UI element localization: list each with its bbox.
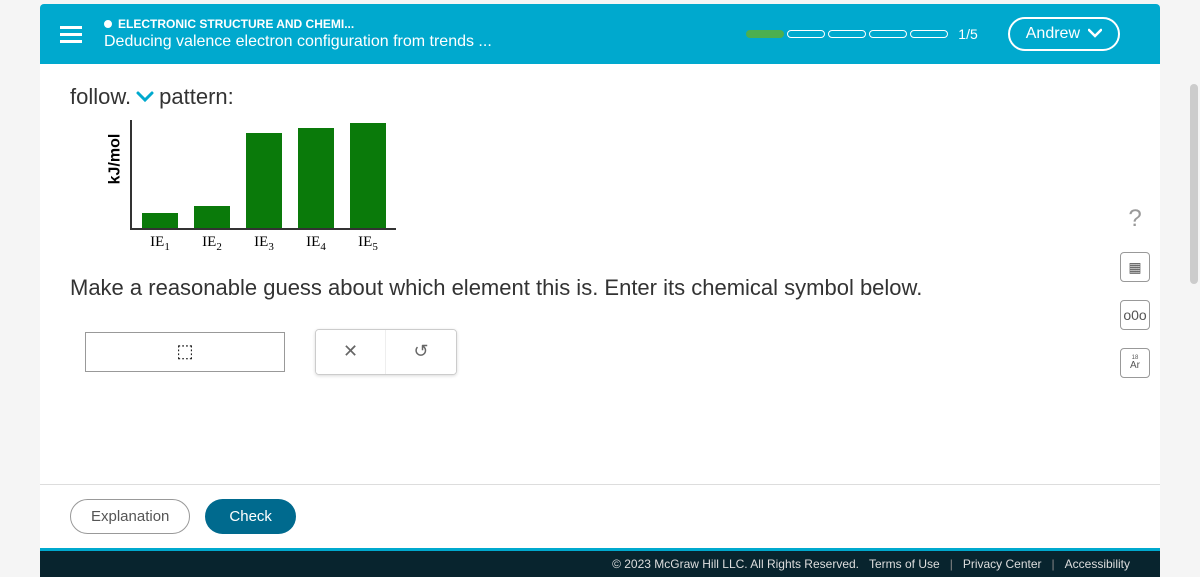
user-name: Andrew	[1026, 25, 1080, 43]
accessibility-link[interactable]: Accessibility	[1065, 557, 1130, 571]
bar-label: IE4	[298, 234, 334, 253]
bars-container	[130, 120, 396, 230]
progress-seg	[910, 30, 948, 38]
separator: |	[950, 557, 953, 571]
separator: |	[1052, 557, 1055, 571]
intro-right: pattern:	[159, 84, 234, 110]
bar-ie2	[194, 206, 230, 228]
header-subtitle: Deducing valence electron configuration …	[104, 33, 746, 51]
bar-label: IE2	[194, 234, 230, 253]
bar-ie3	[246, 133, 282, 228]
progress-seg	[746, 30, 784, 38]
progress-text: 1/5	[958, 26, 977, 42]
progress-area: 1/5	[746, 26, 977, 42]
periodic-table-button[interactable]: 18Ar	[1120, 348, 1150, 378]
answer-input[interactable]	[85, 332, 285, 372]
undo-button[interactable]: ↺	[386, 330, 456, 374]
intro-left: follow.	[70, 84, 131, 110]
bar-label: IE5	[350, 234, 386, 253]
ionization-chart: kJ/mol	[130, 120, 1130, 230]
side-tools: ? ▦ o0o 18Ar	[1120, 204, 1150, 378]
content-area: follow. pattern: kJ/mol IE1 IE2 IE3 IE4 …	[40, 64, 1160, 484]
calculator-button[interactable]: ▦	[1120, 252, 1150, 282]
progress-seg	[828, 30, 866, 38]
progress-seg	[787, 30, 825, 38]
tool-buttons: ✕ ↺	[315, 329, 457, 375]
y-axis-label: kJ/mol	[106, 134, 124, 185]
bar-label: IE3	[246, 234, 282, 253]
expand-icon[interactable]	[135, 86, 155, 109]
bar-ie4	[298, 128, 334, 228]
privacy-link[interactable]: Privacy Center	[963, 557, 1042, 571]
question-text: Make a reasonable guess about which elem…	[70, 273, 1130, 304]
input-row: ✕ ↺	[85, 329, 1130, 375]
bottom-bar: Explanation Check	[40, 484, 1160, 548]
bar-ie5	[350, 123, 386, 228]
bar-labels: IE1 IE2 IE3 IE4 IE5	[142, 234, 1130, 253]
terms-link[interactable]: Terms of Use	[869, 557, 940, 571]
progress-bar	[746, 30, 948, 38]
header-category: ELECTRONIC STRUCTURE AND CHEMI...	[104, 17, 746, 31]
chevron-down-icon	[1088, 25, 1102, 43]
dot-icon	[104, 20, 112, 28]
clear-button[interactable]: ✕	[316, 330, 386, 374]
check-button[interactable]: Check	[205, 499, 296, 534]
bar-label: IE1	[142, 234, 178, 253]
explanation-button[interactable]: Explanation	[70, 499, 190, 534]
scrollbar[interactable]	[1190, 84, 1198, 284]
category-text: ELECTRONIC STRUCTURE AND CHEMI...	[118, 17, 354, 31]
help-button[interactable]: ?	[1120, 204, 1150, 234]
header-titles: ELECTRONIC STRUCTURE AND CHEMI... Deduci…	[104, 17, 746, 51]
progress-seg	[869, 30, 907, 38]
intro-text: follow. pattern:	[70, 84, 1130, 110]
chart-tool-button[interactable]: o0o	[1120, 300, 1150, 330]
bar-ie1	[142, 213, 178, 228]
menu-icon[interactable]	[60, 22, 84, 47]
user-menu-button[interactable]: Andrew	[1008, 17, 1120, 51]
copyright-text: © 2023 McGraw Hill LLC. All Rights Reser…	[612, 557, 859, 571]
app-header: ELECTRONIC STRUCTURE AND CHEMI... Deduci…	[40, 4, 1160, 64]
footer: © 2023 McGraw Hill LLC. All Rights Reser…	[40, 548, 1160, 577]
